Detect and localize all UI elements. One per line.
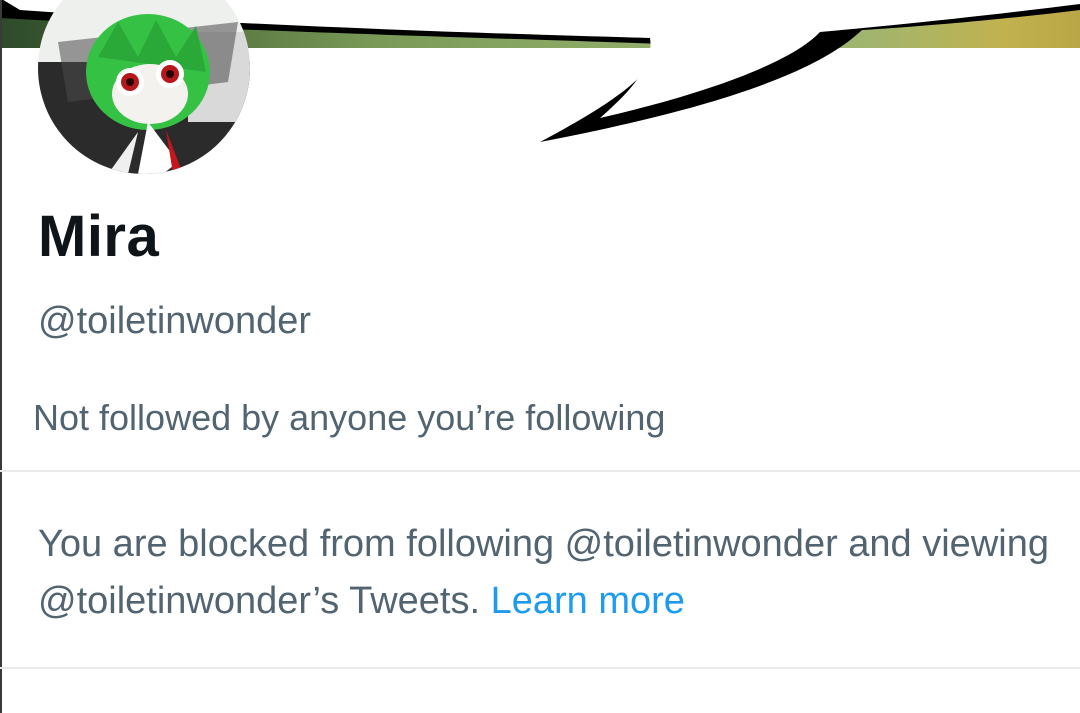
divider	[0, 667, 1080, 669]
display-name: Mira	[38, 204, 160, 269]
learn-more-link[interactable]: Learn more	[491, 580, 685, 622]
profile-handle: @toiletinwonder	[38, 300, 312, 342]
profile-page: Mira @toiletinwonder Not followed by any…	[0, 0, 1080, 713]
divider	[0, 470, 1080, 472]
left-border	[0, 0, 2, 713]
blocked-notice: You are blocked from following @toiletin…	[38, 516, 1058, 630]
followed-by-text: Not followed by anyone you’re following	[33, 397, 666, 438]
